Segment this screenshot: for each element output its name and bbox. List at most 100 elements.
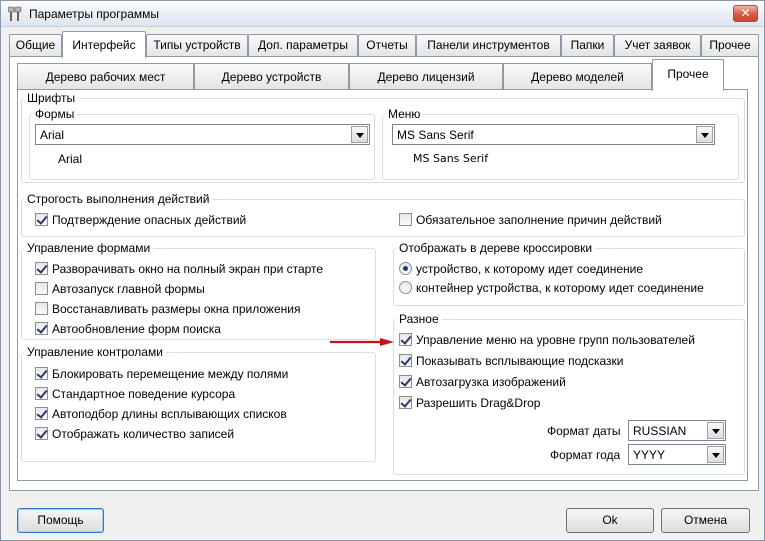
other-subpanel: Шрифты Формы Arial Arial Меню MS Sans Se… [17, 89, 748, 481]
date-format-value: RUSSIAN [633, 424, 687, 438]
cancel-button[interactable]: Отмена [661, 508, 750, 533]
standard-cursor-label: Стандартное поведение курсора [52, 387, 236, 401]
tab-reports[interactable]: Отчеты [358, 34, 416, 57]
date-format-label: Формат даты [547, 424, 621, 438]
block-field-navigation-checkbox[interactable]: Блокировать перемещение между полями [35, 367, 288, 383]
crossing-container-label: контейнер устройства, к которому идет со… [416, 281, 704, 295]
checkbox-icon[interactable] [399, 375, 412, 389]
forms-font-preview: Arial [58, 152, 83, 166]
menu-font-value: MS Sans Serif [397, 128, 474, 142]
maximize-on-start-checkbox[interactable]: Разворачивать окно на полный экран при с… [35, 262, 323, 278]
tab-device-types[interactable]: Типы устройств [146, 34, 248, 57]
checkbox-icon[interactable] [35, 427, 48, 441]
checkbox-icon[interactable] [35, 213, 48, 227]
restore-window-size-checkbox[interactable]: Восстанавливать размеры окна приложения [35, 302, 300, 318]
menu-by-groups-checkbox[interactable]: Управление меню на уровне групп пользова… [399, 333, 695, 349]
year-format-select[interactable]: YYYY [628, 444, 726, 465]
checkbox-icon[interactable] [35, 387, 48, 401]
standard-cursor-checkbox[interactable]: Стандартное поведение курсора [35, 387, 235, 403]
menu-font-select[interactable]: MS Sans Serif [392, 124, 715, 145]
checkbox-icon[interactable] [399, 396, 412, 410]
fonts-group-title: Шрифты [24, 91, 79, 105]
show-record-count-label: Отображать количество записей [52, 427, 235, 441]
misc-title: Разное [396, 312, 442, 326]
maximize-on-start-label: Разворачивать окно на полный экран при с… [52, 262, 324, 276]
controls-title: Управление контролами [24, 345, 166, 359]
radio-icon[interactable] [399, 281, 412, 295]
misc-group: Разное Управление меню на уровне групп п… [393, 312, 745, 475]
confirm-dangerous-label: Подтверждение опасных действий [52, 213, 247, 227]
checkbox-icon[interactable] [35, 407, 48, 421]
menu-font-group: Меню MS Sans Serif MS Sans Serif [382, 107, 739, 180]
interface-panel: Дерево рабочих мест Дерево устройств Дер… [9, 56, 759, 491]
year-format-value: YYYY [633, 448, 666, 462]
crossing-title: Отображать в дереве кроссировки [396, 241, 596, 255]
checkbox-icon[interactable] [399, 354, 412, 368]
ok-button[interactable]: Ok [566, 508, 654, 533]
subtab-licenses[interactable]: Дерево лицензий [349, 63, 503, 90]
year-format-label: Формат года [550, 448, 621, 462]
restore-window-size-label: Восстанавливать размеры окна приложения [52, 302, 301, 316]
block-field-navigation-label: Блокировать перемещение между полями [52, 367, 289, 381]
controls-group: Управление контролами Блокировать переме… [21, 345, 376, 462]
show-record-count-checkbox[interactable]: Отображать количество записей [35, 427, 234, 443]
forms-font-group: Формы Arial Arial [29, 107, 375, 180]
required-reasons-checkbox[interactable]: Обязательное заполнение причин действий [399, 213, 662, 229]
tab-requests[interactable]: Учет заявок [614, 34, 701, 57]
date-format-select[interactable]: RUSSIAN [628, 420, 726, 441]
checkbox-icon[interactable] [399, 333, 412, 347]
chevron-down-icon[interactable] [696, 126, 713, 143]
crossing-container-radio[interactable]: контейнер устройства, к которому идет со… [399, 281, 704, 297]
confirm-dangerous-checkbox[interactable]: Подтверждение опасных действий [35, 213, 246, 229]
tab-other[interactable]: Прочее [701, 34, 759, 57]
crossing-group: Отображать в дереве кроссировки устройст… [393, 241, 745, 306]
tab-interface[interactable]: Интерфейс [62, 31, 146, 58]
form-management-title: Управление формами [24, 241, 154, 255]
auto-list-width-checkbox[interactable]: Автоподбор длины всплывающих списков [35, 407, 287, 423]
form-management-group: Управление формами Разворачивать окно на… [21, 241, 376, 340]
close-button[interactable]: ✕ [733, 5, 758, 22]
checkbox-icon[interactable] [35, 282, 48, 296]
show-tooltips-label: Показывать всплывающие подсказки [416, 354, 624, 368]
tab-extra-params[interactable]: Доп. параметры [248, 34, 358, 57]
checkbox-icon[interactable] [35, 367, 48, 381]
strictness-group: Строгость выполнения действий Подтвержде… [21, 192, 745, 237]
auto-refresh-search-checkbox[interactable]: Автообновление форм поиска [35, 322, 221, 338]
tab-folders[interactable]: Папки [561, 34, 614, 57]
subtab-workplaces[interactable]: Дерево рабочих мест [17, 63, 194, 90]
forms-font-value: Arial [40, 128, 65, 142]
chevron-down-icon[interactable] [707, 446, 724, 463]
auto-list-width-label: Автоподбор длины всплывающих списков [52, 407, 287, 421]
chevron-down-icon[interactable] [707, 422, 724, 439]
show-tooltips-checkbox[interactable]: Показывать всплывающие подсказки [399, 354, 624, 370]
checkbox-icon[interactable] [35, 322, 48, 336]
checkbox-icon[interactable] [35, 302, 48, 316]
main-tabs: Общие Интерфейс Типы устройств Доп. пара… [9, 31, 759, 58]
app-icon [7, 6, 22, 22]
subtab-other[interactable]: Прочее [652, 59, 724, 91]
strictness-title: Строгость выполнения действий [24, 192, 213, 206]
subtab-models[interactable]: Дерево моделей [503, 63, 652, 90]
window-title: Параметры программы [29, 7, 159, 21]
checkbox-icon[interactable] [399, 213, 412, 227]
autoload-images-checkbox[interactable]: Автозагрузка изображений [399, 375, 566, 391]
crossing-device-radio[interactable]: устройство, к которому идет соединение [399, 262, 643, 278]
autostart-main-form-checkbox[interactable]: Автозапуск главной формы [35, 282, 205, 298]
fonts-group: Шрифты Формы Arial Arial Меню MS Sans Se… [21, 91, 745, 183]
autoload-images-label: Автозагрузка изображений [416, 375, 566, 389]
checkbox-icon[interactable] [35, 262, 48, 276]
autostart-main-form-label: Автозапуск главной формы [52, 282, 205, 296]
tab-general[interactable]: Общие [9, 34, 62, 57]
forms-font-select[interactable]: Arial [35, 124, 370, 145]
menu-font-title: Меню [385, 107, 424, 121]
subtab-devices[interactable]: Дерево устройств [194, 63, 349, 90]
menu-by-groups-label: Управление меню на уровне групп пользова… [416, 333, 695, 347]
crossing-device-label: устройство, к которому идет соединение [416, 262, 644, 276]
tab-toolbars[interactable]: Панели инструментов [416, 34, 561, 57]
drag-drop-label: Разрешить Drag&Drop [416, 396, 541, 410]
menu-font-preview: MS Sans Serif [413, 152, 489, 165]
radio-icon[interactable] [399, 262, 412, 276]
help-button[interactable]: Помощь [17, 508, 104, 533]
drag-drop-checkbox[interactable]: Разрешить Drag&Drop [399, 396, 540, 412]
chevron-down-icon[interactable] [351, 126, 368, 143]
